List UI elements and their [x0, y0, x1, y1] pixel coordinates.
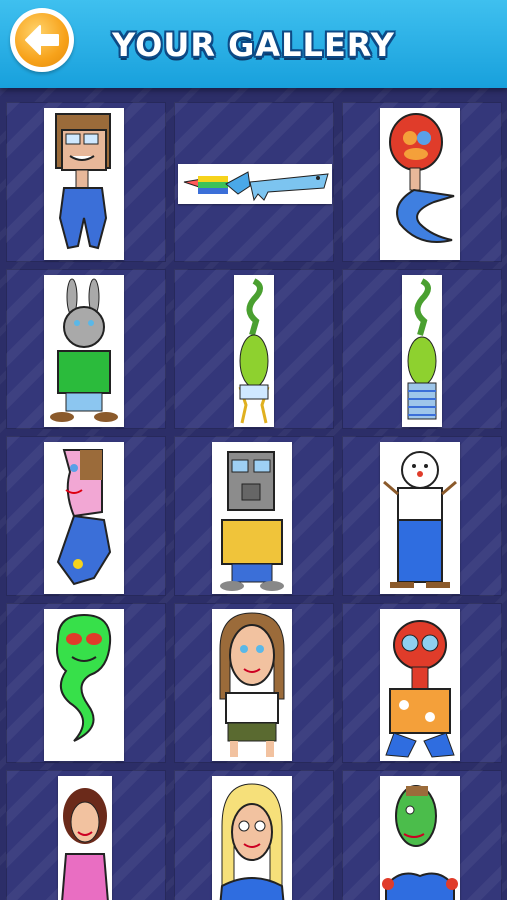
drawing-thumbnail	[212, 776, 292, 900]
drawing-thumbnail	[380, 108, 460, 260]
gallery-item[interactable]	[342, 770, 502, 900]
drawing-thumbnail	[380, 776, 460, 900]
gallery-item[interactable]	[174, 770, 334, 900]
gallery-item[interactable]	[6, 603, 166, 763]
gallery-item[interactable]	[342, 102, 502, 262]
gallery-grid	[6, 102, 502, 900]
gallery-item[interactable]	[6, 102, 166, 262]
gallery-item[interactable]	[342, 436, 502, 596]
drawing-thumbnail	[44, 275, 124, 427]
drawing-thumbnail	[44, 108, 124, 260]
drawing-thumbnail	[380, 442, 460, 594]
drawing-thumbnail	[44, 442, 124, 594]
drawing-thumbnail	[212, 609, 292, 761]
header-bar: YOUR GALLERY	[0, 0, 507, 88]
gallery-item[interactable]	[6, 770, 166, 900]
gallery-item[interactable]	[174, 102, 334, 262]
gallery-area	[0, 88, 507, 900]
drawing-thumbnail	[178, 164, 332, 204]
gallery-item[interactable]	[6, 436, 166, 596]
drawing-thumbnail	[234, 275, 274, 427]
gallery-item[interactable]	[6, 269, 166, 429]
gallery-item[interactable]	[174, 269, 334, 429]
drawing-thumbnail	[44, 609, 124, 761]
page-title: YOUR GALLERY	[112, 26, 395, 64]
gallery-item[interactable]	[342, 269, 502, 429]
drawing-thumbnail	[402, 275, 442, 427]
drawing-thumbnail	[58, 776, 112, 900]
gallery-item[interactable]	[174, 436, 334, 596]
gallery-item[interactable]	[342, 603, 502, 763]
drawing-thumbnail	[380, 609, 460, 761]
gallery-item[interactable]	[174, 603, 334, 763]
drawing-thumbnail	[212, 442, 292, 594]
